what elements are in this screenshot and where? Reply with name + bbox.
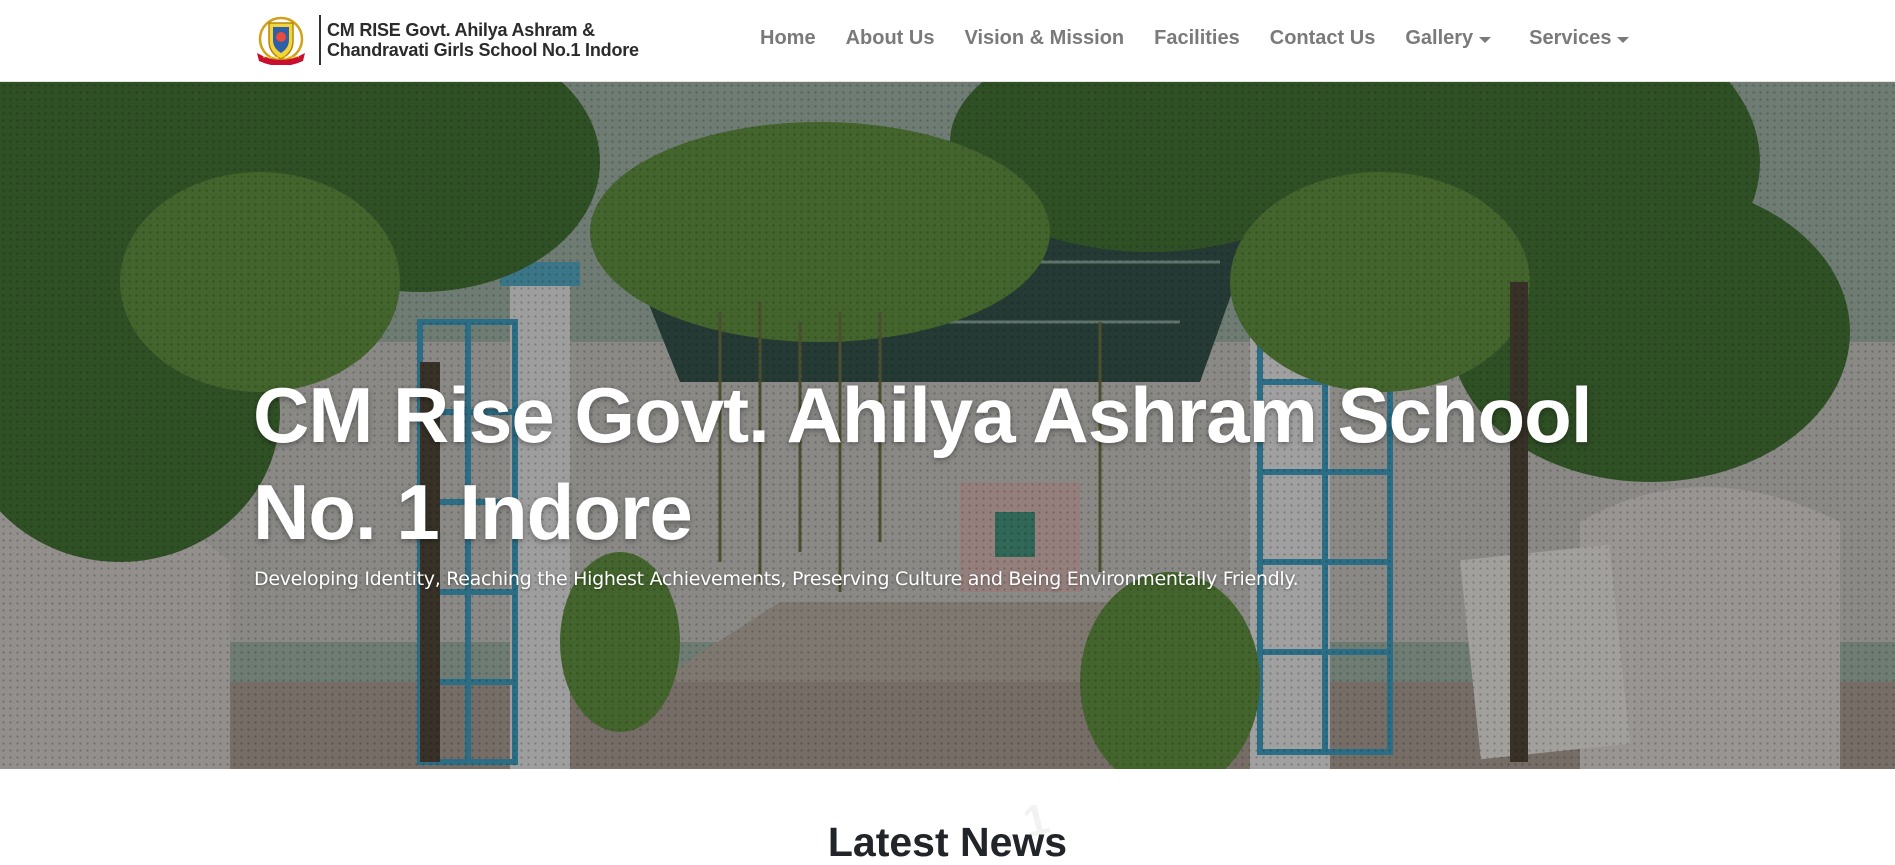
brand-link[interactable]: CM RISE Govt. Ahilya Ashram & Chandravat… bbox=[253, 14, 639, 66]
nav-services-dropdown[interactable]: Services bbox=[1529, 27, 1630, 50]
hero-title: CM Rise Govt. Ahilya Ashram School No. 1… bbox=[253, 371, 1593, 556]
latest-news-heading: Latest News bbox=[827, 819, 1068, 865]
brand-line-1: CM RISE Govt. Ahilya Ashram & bbox=[327, 20, 595, 40]
caret-down-icon bbox=[1479, 36, 1492, 43]
latest-news-section: . 1 Latest News bbox=[0, 769, 1895, 865]
school-crest-logo bbox=[253, 15, 309, 66]
nav-facilities[interactable]: Facilities bbox=[1154, 27, 1240, 50]
nav-gallery-dropdown[interactable]: Gallery bbox=[1405, 27, 1492, 50]
nav-home[interactable]: Home bbox=[760, 27, 816, 50]
nav-gallery-label: Gallery bbox=[1405, 27, 1474, 49]
brand-line-2: Chandravati Girls School No.1 Indore bbox=[327, 40, 639, 60]
caret-down-icon bbox=[1617, 36, 1630, 43]
brand-divider bbox=[319, 15, 321, 65]
main-nav: Home About Us Vision & Mission Facilitie… bbox=[760, 27, 1659, 50]
brand-name: CM RISE Govt. Ahilya Ashram & Chandravat… bbox=[327, 20, 639, 60]
nav-services-label: Services bbox=[1529, 27, 1612, 49]
nav-about-us[interactable]: About Us bbox=[846, 27, 935, 50]
navbar: CM RISE Govt. Ahilya Ashram & Chandravat… bbox=[0, 0, 1895, 82]
nav-vision-mission[interactable]: Vision & Mission bbox=[964, 27, 1124, 50]
hero-banner: CM Rise Govt. Ahilya Ashram School No. 1… bbox=[0, 82, 1895, 769]
hero-subtitle: Developing Identity, Reaching the Highes… bbox=[254, 568, 1299, 590]
nav-contact-us[interactable]: Contact Us bbox=[1270, 27, 1376, 50]
